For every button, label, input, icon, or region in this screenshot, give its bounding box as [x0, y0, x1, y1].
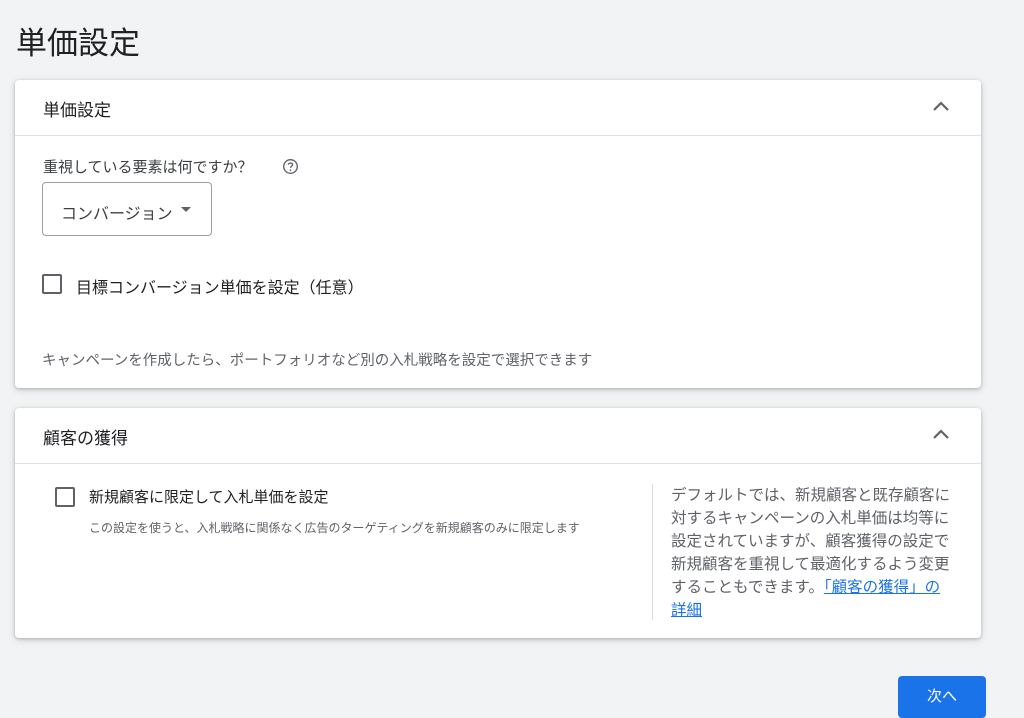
acquisition-card-header[interactable]: 顧客の獲得	[15, 408, 981, 464]
focus-question-label: 重視している要素は何ですか？	[43, 158, 253, 176]
new-customers-checkbox-label[interactable]: 新規顧客に限定して入札単価を設定	[89, 486, 329, 507]
acquisition-card-title: 顧客の獲得	[43, 429, 128, 449]
dropdown-arrow-icon	[181, 207, 191, 212]
page-title: 単価設定	[16, 26, 140, 62]
next-button[interactable]: 次へ	[898, 676, 986, 718]
collapse-bidding-button[interactable]	[929, 95, 953, 119]
new-customers-checkbox[interactable]	[55, 487, 75, 507]
target-cpa-checkbox-label[interactable]: 目標コンバージョン単価を設定（任意）	[76, 274, 364, 298]
bidding-card: 単価設定 重視している要素は何ですか？ コンバージョン 目標コンバージョン単価を…	[15, 80, 981, 388]
help-circle-icon[interactable]	[282, 158, 299, 175]
portfolio-strategy-note: キャンペーンを作成したら、ポートフォリオなど別の入札戦略を設定で選択できます	[42, 353, 593, 369]
acquisition-info: デフォルトでは、新規顧客と既存顧客に対するキャンペーンの入札単価は均等に設定され…	[671, 484, 951, 622]
collapse-acquisition-button[interactable]	[929, 423, 953, 447]
bidding-card-header[interactable]: 単価設定	[15, 80, 981, 136]
target-cpa-checkbox[interactable]	[42, 274, 62, 294]
focus-dropdown-value: コンバージョン	[61, 204, 173, 223]
bidding-card-title: 単価設定	[43, 101, 111, 121]
vertical-divider	[652, 484, 653, 620]
acquisition-card: 顧客の獲得 新規顧客に限定して入札単価を設定 この設定を使うと、入札戦略に関係な…	[15, 408, 981, 638]
new-customers-description: この設定を使うと、入札戦略に関係なく広告のターゲティングを新規顧客のみに限定しま…	[89, 521, 580, 535]
chevron-up-icon	[933, 429, 949, 439]
chevron-up-icon	[933, 101, 949, 111]
focus-dropdown[interactable]: コンバージョン	[42, 182, 212, 236]
